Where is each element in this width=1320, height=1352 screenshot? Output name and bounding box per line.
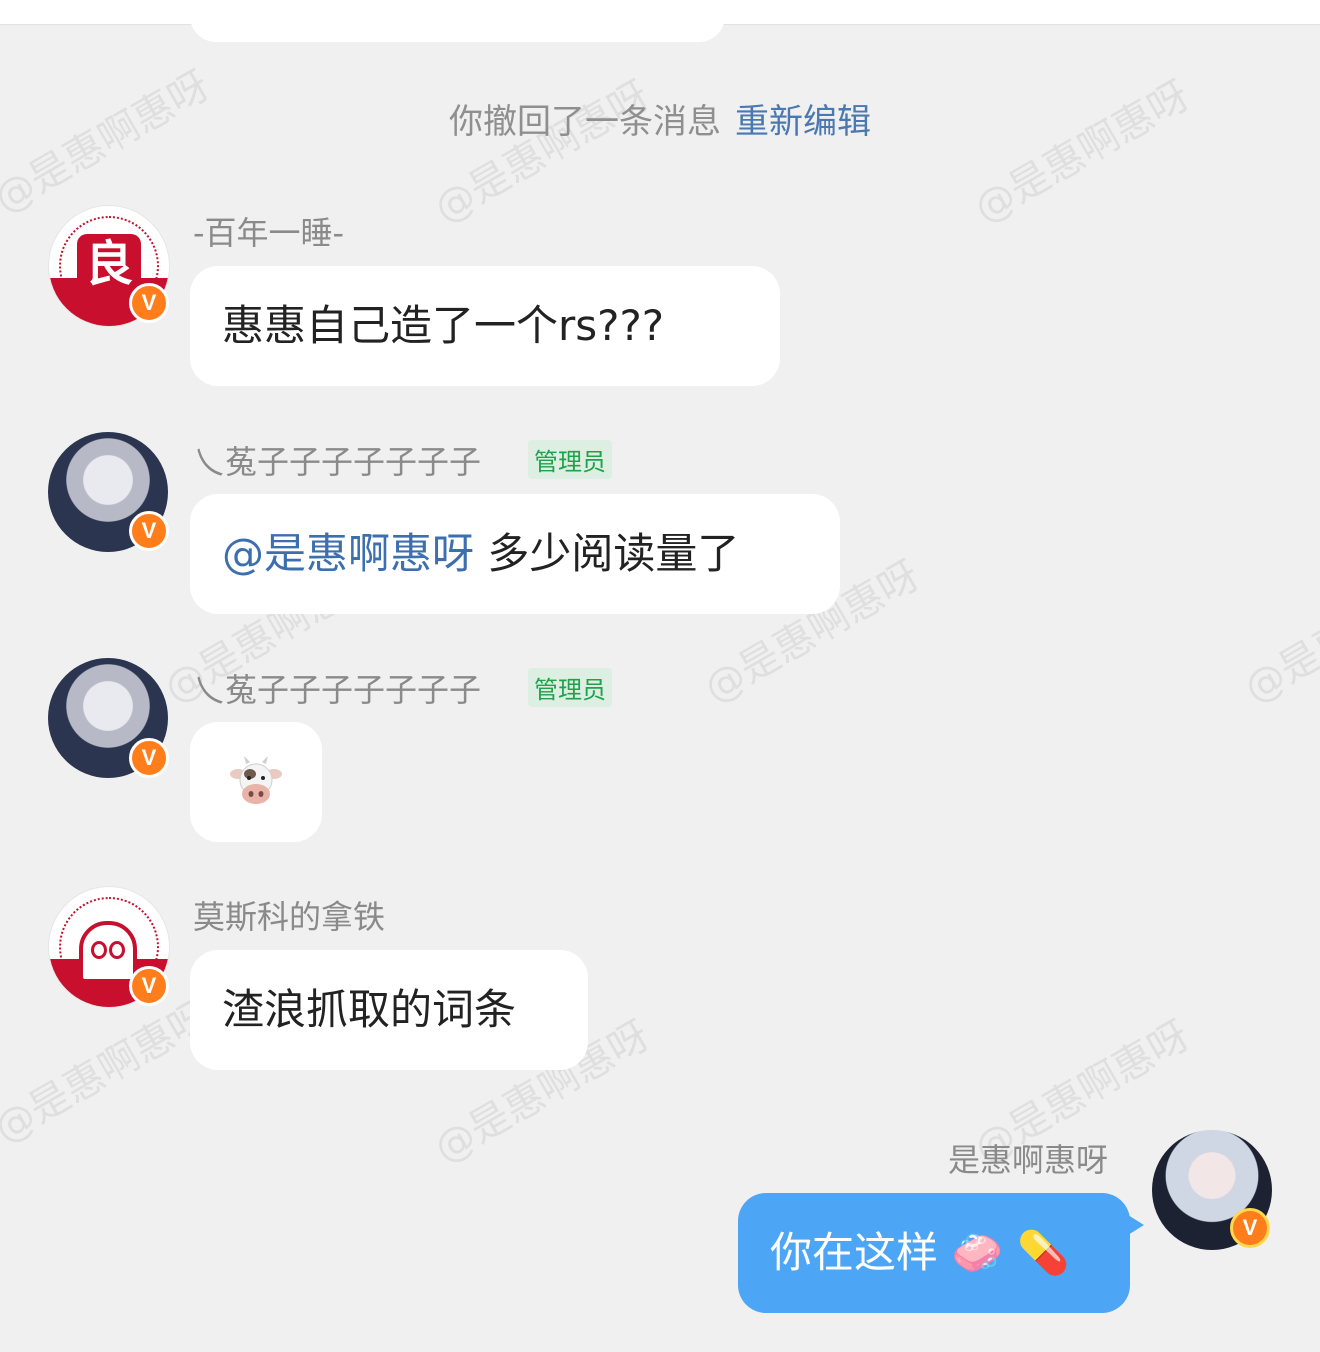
message-bubble[interactable]: @是惠啊惠呀 多少阅读量了 bbox=[190, 494, 840, 614]
re-edit-link[interactable]: 重新编辑 bbox=[735, 102, 871, 142]
verified-icon: V bbox=[1230, 1208, 1270, 1248]
mention-link[interactable]: @是惠啊惠呀 bbox=[222, 529, 474, 578]
watermark: @是惠啊惠呀 bbox=[426, 72, 658, 233]
soap-icon: 🧼 bbox=[951, 1228, 1004, 1277]
sender-name[interactable]: -百年一睡- bbox=[193, 208, 344, 254]
my-message-bubble[interactable]: 你在这样 🧼 💊 bbox=[738, 1193, 1144, 1313]
previous-message-bubble[interactable] bbox=[190, 0, 725, 42]
message-text: 多少阅读量了 bbox=[487, 529, 740, 578]
avatar-glyph: 良 bbox=[77, 234, 141, 294]
sender-name[interactable]: 乀菟子子子子子子子 bbox=[193, 665, 481, 711]
verified-icon: V bbox=[129, 738, 169, 778]
admin-badge: 管理员 bbox=[528, 440, 612, 479]
sender-name[interactable]: 莫斯科的拿铁 bbox=[193, 892, 385, 938]
message-bubble[interactable]: 惠惠自己造了一个rs??? bbox=[190, 266, 780, 386]
pill-icon: 💊 bbox=[1017, 1228, 1070, 1277]
verified-icon: V bbox=[129, 283, 169, 323]
recall-text: 你撤回了一条消息 bbox=[449, 102, 721, 142]
message-text: 渣浪抓取的词条 bbox=[222, 985, 517, 1034]
admin-badge: 管理员 bbox=[528, 668, 612, 707]
verified-icon: V bbox=[129, 966, 169, 1006]
recall-notice: 你撤回了一条消息 重新编辑 bbox=[0, 94, 1320, 143]
message-bubble[interactable]: 渣浪抓取的词条 bbox=[190, 950, 588, 1070]
watermark: @是惠啊惠呀 bbox=[1236, 552, 1320, 713]
watermark: @是惠啊惠呀 bbox=[0, 992, 218, 1153]
sender-name[interactable]: 乀菟子子子子子子子 bbox=[193, 437, 481, 483]
ghost-icon bbox=[79, 921, 137, 983]
watermark: @是惠啊惠呀 bbox=[966, 72, 1198, 233]
message-text: 你在这样 bbox=[770, 1228, 939, 1277]
sender-name[interactable]: 是惠啊惠呀 bbox=[948, 1135, 1108, 1181]
message-text: 惠惠自己造了一个rs??? bbox=[222, 301, 665, 350]
cow-face-icon bbox=[230, 756, 282, 804]
verified-icon: V bbox=[129, 511, 169, 551]
